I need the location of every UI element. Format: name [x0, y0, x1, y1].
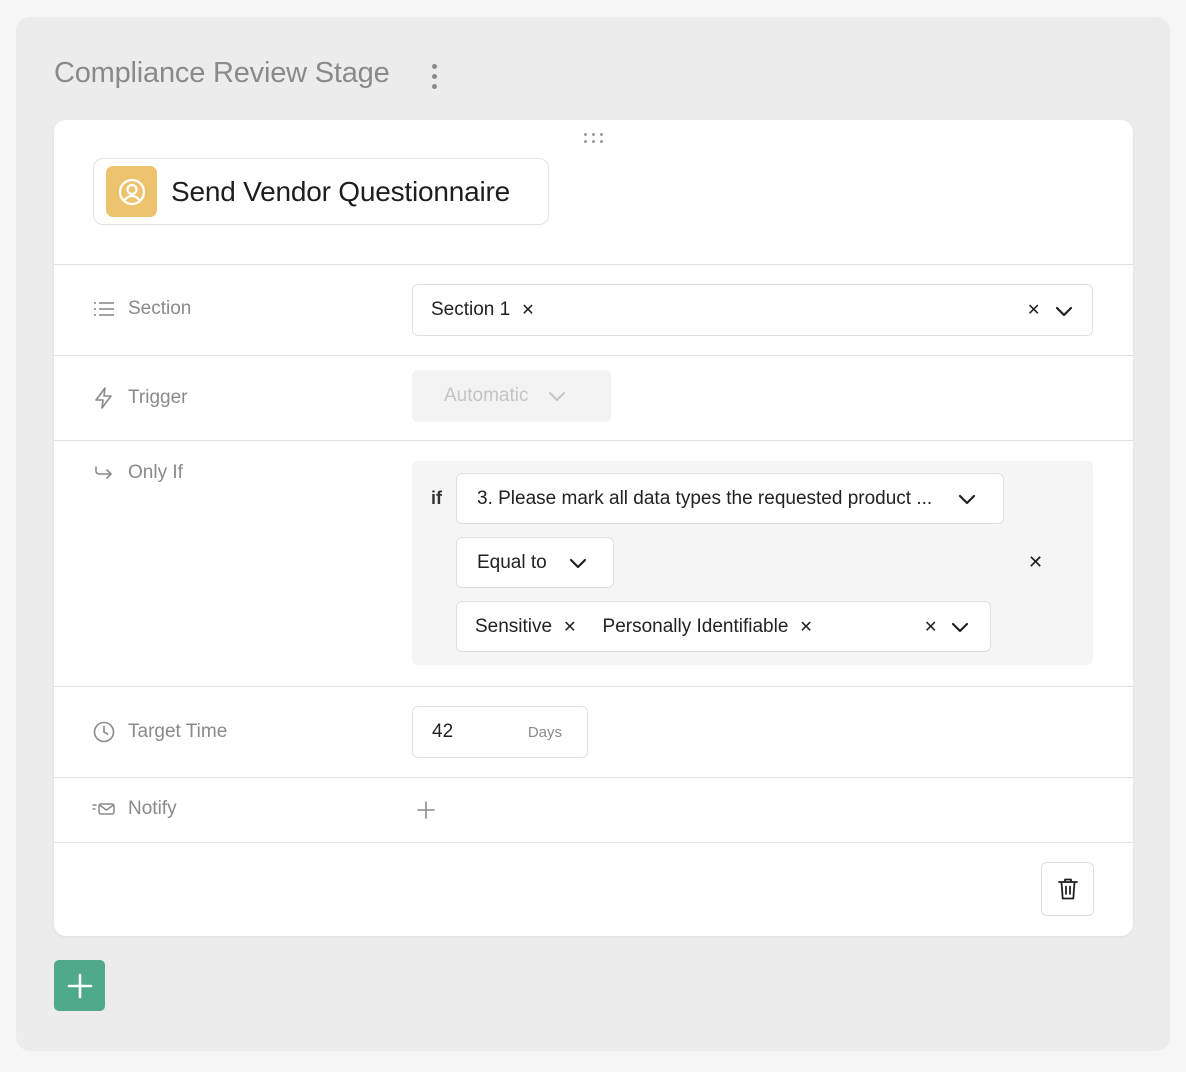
operator-select[interactable]: Equal to [456, 537, 614, 588]
trigger-row: Trigger Automatic [54, 355, 1133, 440]
section-label: Section [128, 298, 192, 319]
stage-title: Compliance Review Stage [54, 57, 390, 89]
chevron-down-icon[interactable] [1054, 301, 1074, 321]
value-clear-icon[interactable]: ✕ [924, 617, 937, 637]
remove-condition-icon[interactable]: ✕ [1028, 552, 1043, 573]
mail-send-icon [92, 803, 115, 815]
drag-handle-icon[interactable] [582, 131, 604, 145]
value-chip: Sensitive ✕ [475, 616, 577, 638]
trigger-value: Automatic [444, 385, 529, 406]
target-time-row: Target Time 42 Days [54, 686, 1133, 777]
section-chip-label: Section 1 [431, 299, 511, 320]
trigger-label: Trigger [128, 387, 188, 408]
add-notify-icon[interactable] [416, 800, 436, 820]
action-card: Send Vendor Questionnaire Section Sectio… [54, 120, 1133, 936]
notify-row: Notify [54, 777, 1133, 843]
lightning-icon [95, 387, 112, 409]
value-chip-remove-icon[interactable]: ✕ [799, 617, 812, 637]
section-clear-icon[interactable]: ✕ [1027, 300, 1040, 320]
condition-box: if 3. Please mark all data types the req… [412, 461, 1093, 665]
value-select[interactable]: Sensitive ✕ Personally Identifiable ✕ ✕ [456, 601, 991, 652]
value-chip-label: Personally Identifiable [602, 615, 789, 637]
trash-icon [1057, 878, 1078, 900]
notify-label: Notify [128, 798, 177, 819]
chevron-down-icon [549, 392, 566, 401]
value-chip: Personally Identifiable ✕ [603, 616, 813, 638]
if-label: if [431, 488, 442, 508]
chevron-down-icon[interactable] [568, 553, 588, 573]
chevron-down-icon[interactable] [950, 617, 970, 637]
list-icon [94, 302, 114, 316]
question-value: 3. Please mark all data types the reques… [477, 487, 933, 509]
action-chip[interactable]: Send Vendor Questionnaire [93, 158, 549, 225]
target-time-label: Target Time [128, 721, 228, 742]
stage-container: Compliance Review Stage Send Vendor Ques… [16, 17, 1170, 1051]
value-chip-label: Sensitive [475, 615, 553, 637]
action-title: Send Vendor Questionnaire [171, 175, 511, 207]
vertical-dots-icon[interactable] [424, 59, 444, 93]
trigger-select: Automatic [412, 370, 611, 422]
only-if-row: Only If if 3. Please mark all data types… [54, 440, 1133, 686]
clock-icon [93, 721, 115, 743]
delete-button[interactable] [1041, 862, 1094, 916]
user-circle-icon [106, 166, 157, 217]
operator-value: Equal to [477, 551, 547, 573]
add-action-button[interactable] [54, 960, 105, 1011]
only-if-label: Only If [128, 462, 183, 483]
question-select[interactable]: 3. Please mark all data types the reques… [456, 473, 1004, 524]
arrow-turn-right-icon [95, 466, 112, 479]
target-time-value: 42 [432, 721, 454, 742]
section-row: Section Section 1 ✕ ✕ [54, 264, 1133, 355]
section-select[interactable]: Section 1 ✕ ✕ [412, 284, 1093, 336]
chevron-down-icon[interactable] [957, 489, 977, 509]
target-time-input[interactable]: 42 Days [412, 706, 588, 758]
plus-icon [67, 973, 92, 998]
value-chip-remove-icon[interactable]: ✕ [563, 617, 576, 637]
section-chip: Section 1 ✕ [431, 299, 535, 321]
target-time-unit: Days [527, 723, 562, 741]
section-chip-remove-icon[interactable]: ✕ [521, 300, 534, 320]
